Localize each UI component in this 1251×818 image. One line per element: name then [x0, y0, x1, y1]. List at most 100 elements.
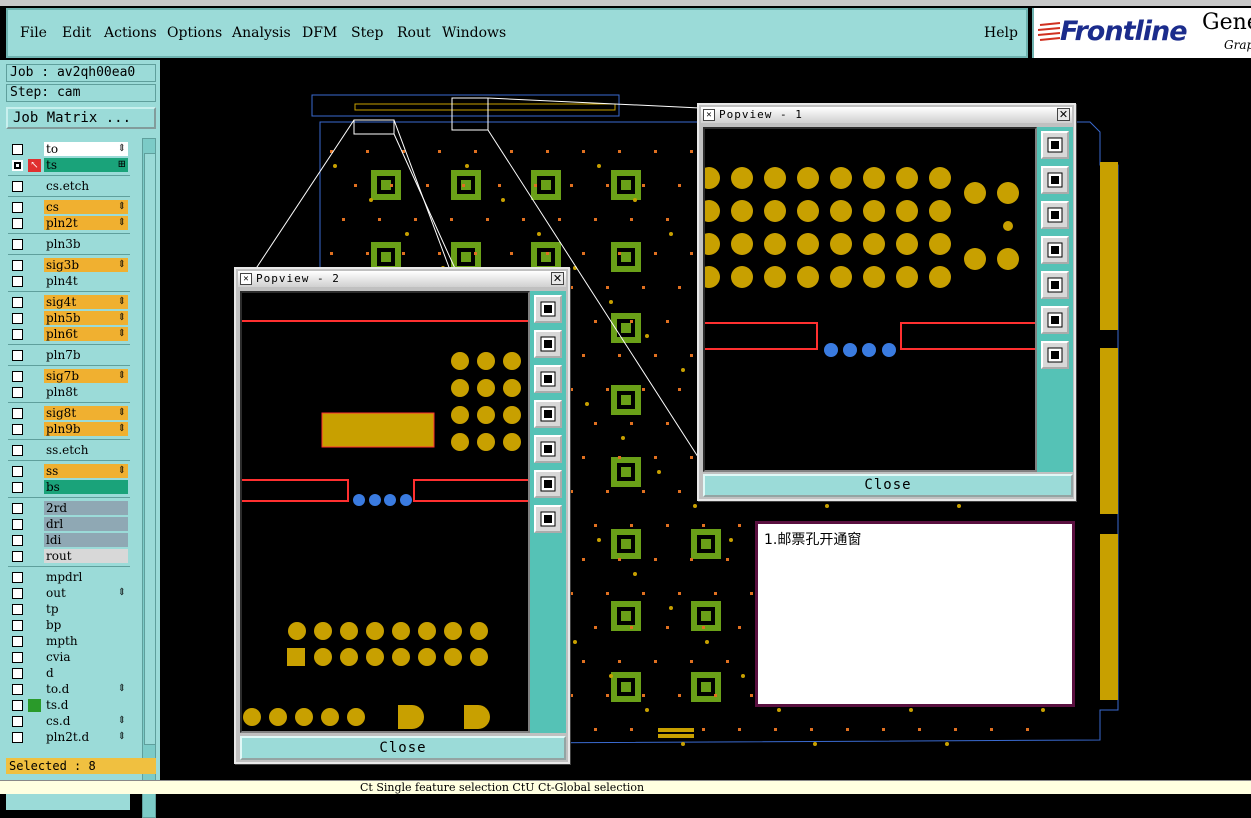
- layer-checkbox[interactable]: [12, 276, 23, 287]
- layer-row-to[interactable]: to ⇕: [6, 142, 130, 157]
- menu-step[interactable]: Step: [351, 25, 383, 41]
- layer-name[interactable]: pln4t: [44, 274, 128, 288]
- layer-checkbox[interactable]: [12, 652, 23, 663]
- layer-row-2rd[interactable]: 2rd: [6, 501, 130, 516]
- layer-checkbox[interactable]: [12, 239, 23, 250]
- layer-name[interactable]: to.d ⇕: [44, 682, 128, 696]
- layer-row-pln9b[interactable]: pln9b ⇕: [6, 422, 130, 437]
- scrollbar-thumb[interactable]: [144, 153, 156, 745]
- layer-row-pln8t[interactable]: pln8t: [6, 385, 130, 400]
- layer-name[interactable]: ss ⇕: [44, 464, 128, 478]
- layer-name[interactable]: ss.etch: [44, 443, 128, 457]
- layer-checkbox[interactable]: [12, 503, 23, 514]
- affected-arrow-icon[interactable]: ↖: [28, 159, 41, 172]
- layer-row-tp[interactable]: tp: [6, 602, 130, 617]
- layer-name[interactable]: pln6t ⇕: [44, 327, 128, 341]
- layer-name[interactable]: pln5b ⇕: [44, 311, 128, 325]
- layer-name[interactable]: pln7b: [44, 348, 128, 362]
- menu-windows[interactable]: Windows: [442, 25, 506, 41]
- layer-name[interactable]: cs ⇕: [44, 200, 128, 214]
- layer-row-sig4t[interactable]: sig4t ⇕: [6, 295, 130, 310]
- popview-1-close-icon[interactable]: ✕: [1057, 108, 1070, 121]
- zoom-in-icon[interactable]: [1041, 306, 1069, 334]
- layer-checkbox[interactable]: [12, 260, 23, 271]
- menu-actions[interactable]: Actions: [104, 25, 157, 41]
- layer-name[interactable]: cvia: [44, 650, 128, 664]
- pan-right-icon[interactable]: [534, 435, 562, 463]
- window-menu-icon[interactable]: ✕: [703, 109, 715, 121]
- pan-right-icon[interactable]: [1041, 271, 1069, 299]
- layer-name[interactable]: pln2t ⇕: [44, 216, 128, 230]
- layer-checkbox[interactable]: [12, 588, 23, 599]
- window-menu-icon[interactable]: ✕: [240, 273, 252, 285]
- layer-row-mpdrl[interactable]: mpdrl: [6, 570, 130, 585]
- layer-row-cs-etch[interactable]: cs.etch: [6, 179, 130, 194]
- layer-name[interactable]: tp: [44, 602, 128, 616]
- layer-checkbox[interactable]: [12, 160, 23, 171]
- layer-row-bp[interactable]: bp: [6, 618, 130, 633]
- zoom-out-icon[interactable]: [534, 505, 562, 533]
- layer-checkbox[interactable]: [12, 313, 23, 324]
- layer-name[interactable]: drl: [44, 517, 128, 531]
- layer-name[interactable]: d: [44, 666, 128, 680]
- layer-row-to-d[interactable]: to.d ⇕: [6, 682, 130, 697]
- popview-2-canvas[interactable]: [240, 291, 530, 733]
- layer-row-ts-d[interactable]: ts.d: [6, 698, 130, 713]
- layer-row-ldi[interactable]: ldi: [6, 533, 130, 548]
- layer-row-pln6t[interactable]: pln6t ⇕: [6, 327, 130, 342]
- layer-row-out[interactable]: out ⇕: [6, 586, 130, 601]
- layer-name[interactable]: rout: [44, 549, 128, 563]
- layer-checkbox[interactable]: [12, 700, 23, 711]
- layer-row-pln2t-d[interactable]: pln2t.d ⇕: [6, 730, 130, 745]
- layer-row-sig3b[interactable]: sig3b ⇕: [6, 258, 130, 273]
- layer-row-cs[interactable]: cs ⇕: [6, 200, 130, 215]
- menu-help[interactable]: Help: [984, 25, 1018, 41]
- zoom-out-icon[interactable]: [1041, 341, 1069, 369]
- popview-2-close-icon[interactable]: ✕: [551, 272, 564, 285]
- layer-name[interactable]: to ⇕: [44, 142, 128, 156]
- layer-checkbox[interactable]: [12, 181, 23, 192]
- layer-row-sig8t[interactable]: sig8t ⇕: [6, 406, 130, 421]
- popview-1-close-button[interactable]: Close: [703, 474, 1073, 497]
- layer-checkbox[interactable]: [12, 604, 23, 615]
- layer-name[interactable]: mpdrl: [44, 570, 128, 584]
- layer-row-pln3b[interactable]: pln3b: [6, 237, 130, 252]
- layer-checkbox[interactable]: [12, 408, 23, 419]
- layer-name[interactable]: pln3b: [44, 237, 128, 251]
- layer-name[interactable]: ts ⊞: [44, 158, 128, 172]
- layer-row-mpth[interactable]: mpth: [6, 634, 130, 649]
- layer-name[interactable]: out ⇕: [44, 586, 128, 600]
- menu-options[interactable]: Options: [167, 25, 222, 41]
- popview-1-titlebar[interactable]: ✕ Popview - 1 ✕: [701, 107, 1072, 123]
- layer-name[interactable]: mpth: [44, 634, 128, 648]
- zoom-window-icon[interactable]: [1041, 131, 1069, 159]
- layer-name[interactable]: sig7b ⇕: [44, 369, 128, 383]
- layer-checkbox[interactable]: [12, 350, 23, 361]
- layer-row-pln2t[interactable]: pln2t ⇕: [6, 216, 130, 231]
- popview-1-canvas[interactable]: [703, 127, 1037, 472]
- layer-name[interactable]: bs: [44, 480, 128, 494]
- pan-up-icon[interactable]: [1041, 166, 1069, 194]
- layer-row-ss[interactable]: ss ⇕: [6, 464, 130, 479]
- layer-name[interactable]: pln8t: [44, 385, 128, 399]
- pan-down-icon[interactable]: [1041, 201, 1069, 229]
- layer-row-sig7b[interactable]: sig7b ⇕: [6, 369, 130, 384]
- layer-name[interactable]: cs.etch: [44, 179, 128, 193]
- layer-row-pln5b[interactable]: pln5b ⇕: [6, 311, 130, 326]
- pan-left-icon[interactable]: [534, 400, 562, 428]
- layer-name[interactable]: sig4t ⇕: [44, 295, 128, 309]
- layer-name[interactable]: cs.d ⇕: [44, 714, 128, 728]
- layer-checkbox[interactable]: [12, 636, 23, 647]
- layer-row-rout[interactable]: rout: [6, 549, 130, 564]
- menu-rout[interactable]: Rout: [397, 25, 431, 41]
- zoom-in-icon[interactable]: [534, 470, 562, 498]
- layer-name[interactable]: ldi: [44, 533, 128, 547]
- layer-name[interactable]: sig8t ⇕: [44, 406, 128, 420]
- layer-checkbox[interactable]: [12, 387, 23, 398]
- layer-checkbox[interactable]: [12, 329, 23, 340]
- layer-list-scrollbar[interactable]: [142, 138, 156, 818]
- layer-checkbox[interactable]: [12, 202, 23, 213]
- layer-name[interactable]: bp: [44, 618, 128, 632]
- popview-2-titlebar[interactable]: ✕ Popview - 2 ✕: [238, 271, 566, 287]
- layer-checkbox[interactable]: [12, 668, 23, 679]
